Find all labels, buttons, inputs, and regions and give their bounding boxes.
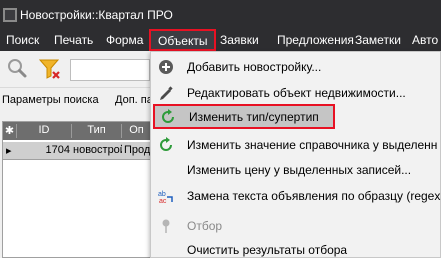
refresh-icon (160, 108, 176, 125)
menu-item-label: Изменить значение справочника у выделенн (187, 137, 438, 152)
svg-text:ab: ab (158, 191, 166, 198)
results-grid: ✱ ID Тип Оп ▸ 1704 новострой Прод (2, 121, 152, 258)
menu-objects[interactable]: Объекты (149, 29, 216, 51)
menu-notes[interactable]: Заметки (355, 33, 401, 47)
menu-requests[interactable]: Заявки (220, 33, 259, 47)
column-op[interactable]: Оп (122, 124, 151, 138)
menu-bar: Поиск Печать Форма Объекты Заявки Предло… (0, 29, 441, 51)
column-type[interactable]: Тип (72, 124, 122, 138)
column-id[interactable]: ID (17, 124, 72, 138)
cell-id: 1704 (45, 144, 70, 156)
menu-item-label: Очистить результаты отбора (187, 242, 348, 257)
tab-extra-params[interactable]: Доп. па (115, 94, 153, 106)
menu-auto[interactable]: Авто (412, 33, 438, 47)
cell-op: Прод (124, 144, 151, 156)
tab-search-params[interactable]: Параметры поиска (2, 94, 99, 106)
objects-dropdown-menu: Добавить новостройку... Редактировать об… (150, 51, 441, 258)
menu-item-label: Изменить тип/супертип (189, 109, 319, 124)
replace-icon: ab ac (158, 188, 174, 204)
menu-item-label: Изменить цену у выделенных записей... (187, 162, 412, 177)
title-bar: Новостройки::Квартал ПРО (0, 0, 441, 29)
menu-item-selection[interactable]: Отбор (151, 213, 441, 238)
menu-form[interactable]: Форма (106, 33, 143, 47)
app-icon (3, 7, 17, 22)
row-pointer-icon: ▸ (6, 145, 12, 157)
table-row[interactable]: ▸ 1704 новострой Прод (3, 142, 151, 160)
menu-item-edit-property[interactable]: Редактировать объект недвижимости... (151, 80, 441, 105)
menu-item-label: Редактировать объект недвижимости... (187, 85, 406, 100)
menu-item-change-type[interactable]: Изменить тип/супертип (153, 104, 335, 129)
search-icon[interactable] (6, 57, 28, 79)
menu-item-clear-selection[interactable]: Очистить результаты отбора (151, 237, 441, 258)
search-input[interactable] (70, 59, 150, 81)
menu-print[interactable]: Печать (54, 33, 93, 47)
menu-item-label: Добавить новостройку... (187, 59, 322, 74)
menu-offers[interactable]: Предложения (277, 33, 354, 47)
svg-text:ac: ac (159, 198, 167, 204)
menu-item-replace-ad-text[interactable]: ab ac Замена текста объявления по образцу… (151, 183, 441, 208)
cell-type: новострой (73, 144, 122, 156)
filter-clear-icon[interactable] (37, 56, 63, 82)
grid-header: ✱ ID Тип Оп (3, 122, 151, 140)
pencil-icon (158, 85, 174, 101)
refresh-icon (158, 136, 174, 153)
menu-item-change-price[interactable]: Изменить цену у выделенных записей... (151, 157, 441, 182)
plus-circle-icon (158, 59, 174, 75)
pin-icon (158, 218, 174, 234)
menu-item-change-reference-value[interactable]: Изменить значение справочника у выделенн (151, 132, 441, 157)
menu-search[interactable]: Поиск (6, 33, 39, 47)
menu-item-label: Отбор (187, 218, 223, 233)
menu-item-label: Замена текста объявления по образцу (reg… (187, 188, 441, 203)
asterisk-icon: ✱ (3, 124, 17, 138)
menu-item-add-new-building[interactable]: Добавить новостройку... (151, 54, 441, 79)
window-title: Новостройки::Квартал ПРО (20, 7, 173, 22)
